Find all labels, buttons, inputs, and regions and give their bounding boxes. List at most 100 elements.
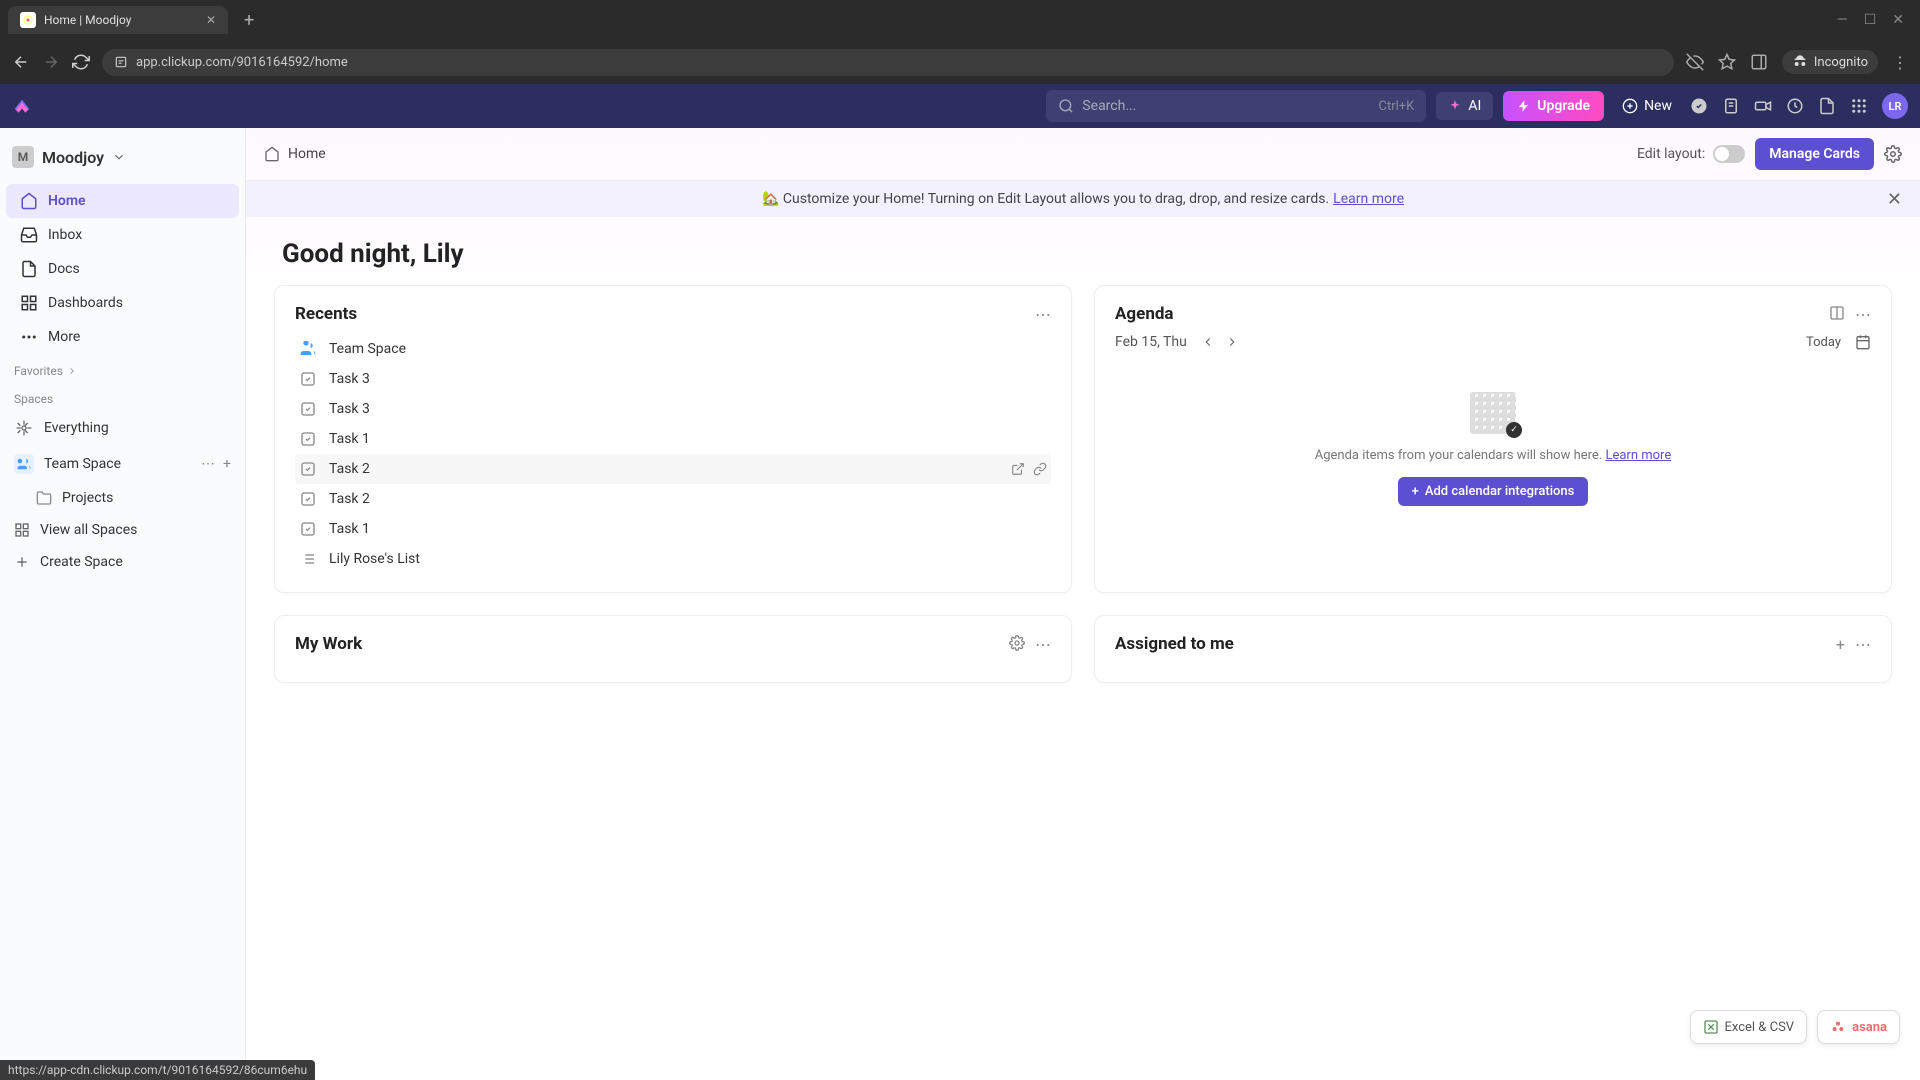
gear-icon[interactable] (1009, 635, 1025, 654)
recent-item-icon (299, 551, 317, 567)
card-more-icon[interactable]: ⋯ (1035, 305, 1051, 324)
sidebar-view-all[interactable]: View all Spaces (0, 514, 245, 546)
workspace-badge: M (12, 146, 34, 168)
check-circle-icon[interactable] (1690, 97, 1708, 115)
recent-item-icon (299, 491, 317, 507)
sidebar-item-dashboards[interactable]: Dashboards (6, 286, 239, 320)
sidebar-projects[interactable]: Projects (0, 482, 245, 514)
agenda-prev-icon[interactable] (1201, 335, 1215, 349)
breadcrumb[interactable]: Home (264, 146, 326, 162)
close-window-icon[interactable]: ✕ (1892, 12, 1904, 28)
sidebar-team-space[interactable]: Team Space ⋯ + (0, 446, 245, 482)
agenda-empty: ✓ Agenda items from your calendars will … (1115, 362, 1871, 516)
sidebar-create-space[interactable]: Create Space (0, 546, 245, 578)
chevron-right-icon (67, 366, 77, 376)
browser-menu-icon[interactable]: ⋮ (1892, 53, 1908, 72)
manage-cards-button[interactable]: Manage Cards (1755, 138, 1874, 170)
agenda-learn-more[interactable]: Learn more (1605, 448, 1671, 463)
favorites-section[interactable]: Favorites (0, 354, 245, 382)
grid-icon (14, 522, 30, 538)
sidebar-item-label: More (48, 329, 80, 345)
card-more-icon[interactable]: ⋯ (1855, 305, 1871, 324)
maximize-icon[interactable]: ☐ (1864, 12, 1877, 28)
forward-button[interactable] (42, 53, 60, 71)
add-icon[interactable]: + (1836, 635, 1845, 654)
calendar-icon[interactable] (1855, 334, 1871, 350)
asana-label: asana (1852, 1020, 1887, 1035)
clock-icon[interactable] (1786, 97, 1804, 115)
status-bar: https://app-cdn.clickup.com/t/9016164592… (0, 1060, 315, 1080)
recent-item-label: Task 3 (329, 371, 370, 387)
docs-icon (20, 260, 38, 278)
spaces-section: Spaces (0, 382, 245, 410)
recent-item-label: Task 2 (329, 491, 370, 507)
new-tab-button[interactable]: + (236, 6, 262, 35)
recent-item[interactable]: Task 2 (295, 484, 1051, 514)
card-more-icon[interactable]: ⋯ (1035, 635, 1051, 654)
search-input[interactable]: Search... Ctrl+K (1046, 90, 1426, 122)
recent-item[interactable]: Task 1 (295, 514, 1051, 544)
tab-close-icon[interactable]: ✕ (206, 13, 216, 27)
create-space-label: Create Space (40, 554, 123, 570)
banner-link[interactable]: Learn more (1333, 191, 1404, 207)
ai-button[interactable]: AI (1436, 92, 1493, 120)
settings-icon[interactable] (1884, 145, 1902, 163)
panel-icon[interactable] (1750, 53, 1768, 71)
space-add-icon[interactable]: + (223, 456, 231, 472)
asana-icon (1830, 1019, 1846, 1035)
tab-title: Home | Moodjoy (44, 13, 131, 27)
app-logo[interactable] (12, 96, 32, 116)
view-all-label: View all Spaces (40, 522, 137, 538)
url-input[interactable]: app.clickup.com/9016164592/home (102, 49, 1674, 76)
card-more-icon[interactable]: ⋯ (1855, 635, 1871, 654)
apps-icon[interactable] (1850, 97, 1868, 115)
minimize-icon[interactable]: — (1837, 12, 1848, 28)
sidebar-item-more[interactable]: More (6, 320, 239, 354)
open-new-icon[interactable] (1011, 462, 1025, 476)
recent-item-icon (299, 371, 317, 387)
card-actions: ⋯ (1009, 635, 1051, 654)
recent-item[interactable]: Task 2 (295, 454, 1051, 484)
recent-item-actions (1011, 462, 1047, 476)
browser-tab[interactable]: Home | Moodjoy ✕ (8, 6, 228, 34)
agenda-today[interactable]: Today (1806, 335, 1841, 350)
recent-item-label: Task 1 (329, 521, 370, 537)
incognito-badge[interactable]: Incognito (1782, 50, 1878, 74)
asana-chip[interactable]: asana (1817, 1010, 1900, 1044)
agenda-date: Feb 15, Thu (1115, 334, 1187, 350)
eye-off-icon[interactable] (1686, 53, 1704, 71)
agenda-next-icon[interactable] (1225, 335, 1239, 349)
sidebar-item-inbox[interactable]: Inbox (6, 218, 239, 252)
sidebar-everything[interactable]: Everything (0, 410, 245, 446)
upgrade-button[interactable]: Upgrade (1503, 91, 1604, 121)
recent-item[interactable]: Lily Rose's List (295, 544, 1051, 574)
recent-item[interactable]: Team Space (295, 334, 1051, 364)
add-calendar-button[interactable]: + Add calendar integrations (1398, 477, 1589, 506)
back-button[interactable] (12, 53, 30, 71)
reload-button[interactable] (72, 53, 90, 71)
recent-item-icon (299, 461, 317, 477)
edit-layout-toggle[interactable] (1713, 145, 1745, 163)
avatar[interactable]: LR (1882, 93, 1908, 119)
banner-close-icon[interactable]: ✕ (1887, 189, 1902, 210)
new-button[interactable]: New (1614, 92, 1680, 120)
card-actions: ⋯ (1035, 305, 1051, 324)
link-icon[interactable] (1033, 462, 1047, 476)
sidebar-item-docs[interactable]: Docs (6, 252, 239, 286)
layout-icon[interactable] (1829, 305, 1845, 324)
recent-item[interactable]: Task 1 (295, 424, 1051, 454)
recent-item[interactable]: Task 3 (295, 364, 1051, 394)
add-calendar-label: Add calendar integrations (1425, 484, 1575, 499)
video-icon[interactable] (1754, 97, 1772, 115)
workspace-switcher[interactable]: M Moodjoy (0, 138, 245, 176)
excel-chip[interactable]: Excel & CSV (1690, 1010, 1808, 1044)
sidebar-item-home[interactable]: Home (6, 184, 239, 218)
notepad-icon[interactable] (1722, 97, 1740, 115)
doc-icon[interactable] (1818, 97, 1836, 115)
upgrade-label: Upgrade (1537, 98, 1590, 114)
space-actions: ⋯ + (201, 456, 231, 472)
space-more-icon[interactable]: ⋯ (201, 456, 215, 472)
star-icon[interactable] (1718, 53, 1736, 71)
recent-item[interactable]: Task 3 (295, 394, 1051, 424)
greeting: Good night, Lily (246, 217, 1920, 285)
